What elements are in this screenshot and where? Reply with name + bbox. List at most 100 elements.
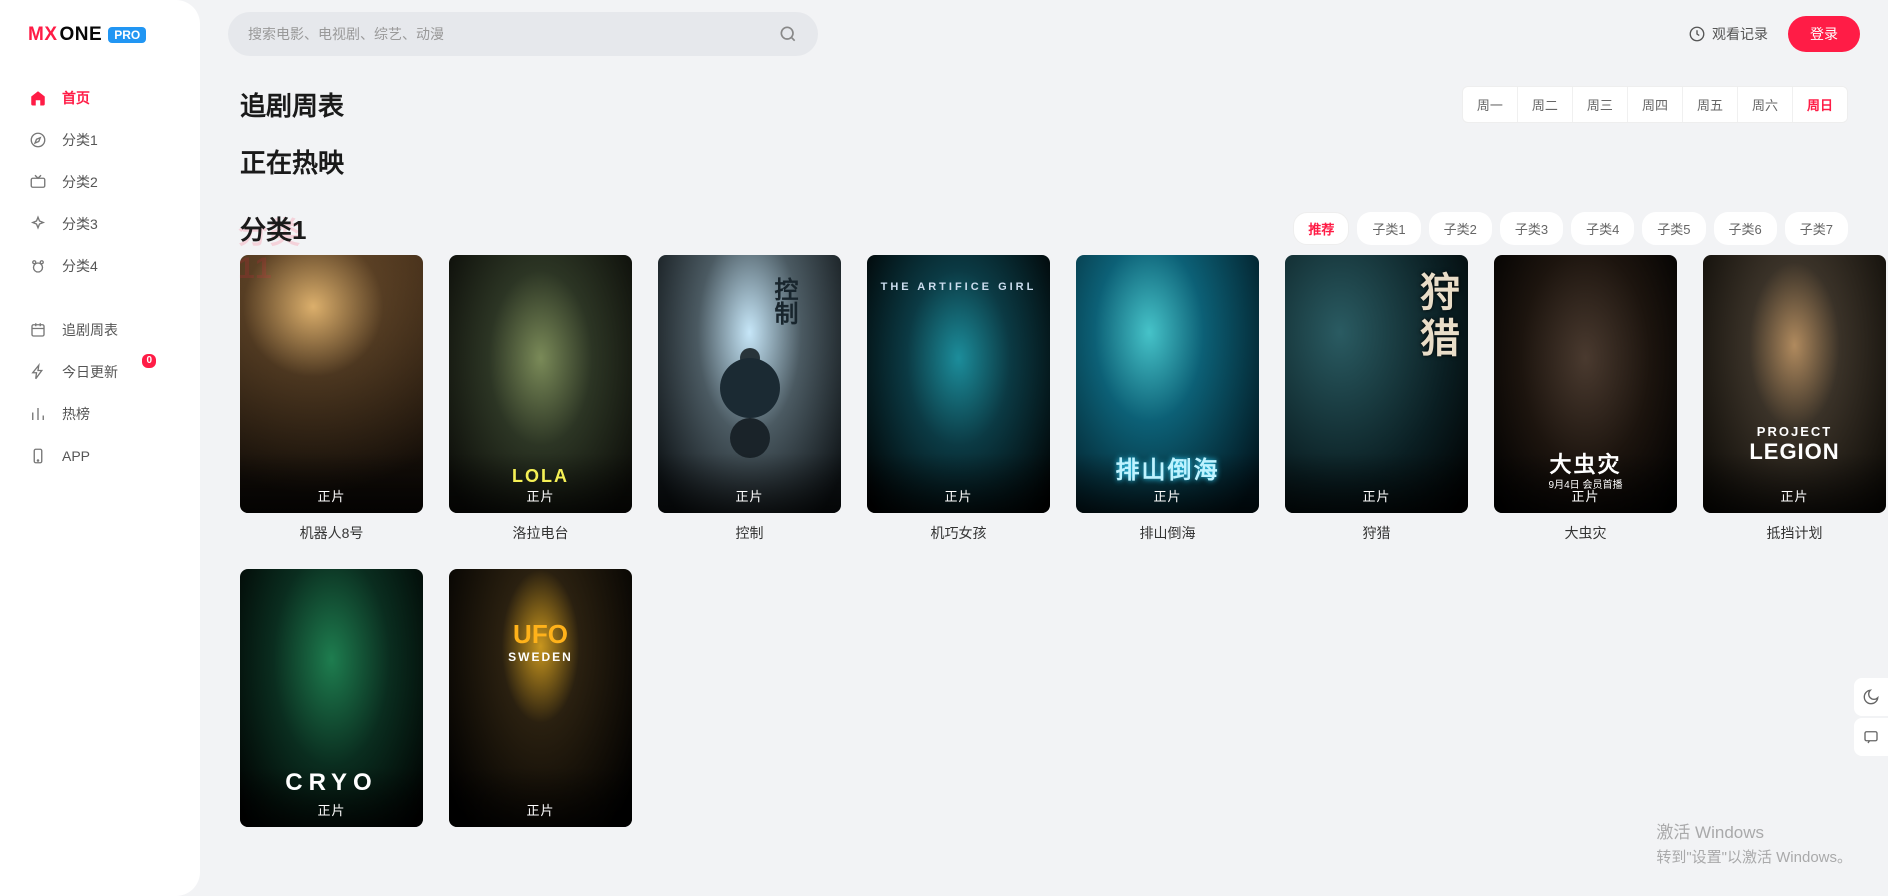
poster-tag: 正片 bbox=[526, 486, 554, 505]
movie-card[interactable]: 大虫灾9月4日 会员首播正片大虫灾 bbox=[1494, 255, 1677, 543]
movie-poster[interactable]: 排山倒海正片 bbox=[1076, 255, 1259, 513]
category-tab[interactable]: 子类5 bbox=[1642, 212, 1705, 245]
movie-poster[interactable]: UFOSWEDEN 正片 bbox=[449, 569, 632, 827]
nav-ranking[interactable]: 热榜 bbox=[14, 394, 186, 434]
search-icon[interactable] bbox=[778, 24, 798, 44]
movie-title: 机器人8号 bbox=[240, 523, 423, 543]
poster-overlay-text: THE ARTIFICE GIRL bbox=[881, 281, 1037, 293]
poster-overlay-text: CRYO bbox=[285, 769, 377, 797]
category-tab[interactable]: 子类1 bbox=[1357, 212, 1420, 245]
nav-cat3[interactable]: 分类3 bbox=[14, 204, 186, 244]
watch-history[interactable]: 观看记录 bbox=[1688, 24, 1768, 44]
week-tab[interactable]: 周二 bbox=[1517, 87, 1572, 122]
sidebar: MXONE PRO 首页 分类1 分类2 分类3 分类4 追剧周表 今日更新 热… bbox=[0, 0, 200, 896]
login-button[interactable]: 登录 bbox=[1788, 16, 1860, 52]
nav-label: 热榜 bbox=[62, 404, 90, 424]
category-tab[interactable]: 子类6 bbox=[1714, 212, 1777, 245]
movie-title: 控制 bbox=[658, 523, 841, 543]
poster-overlay-text: UFOSWEDEN bbox=[508, 619, 573, 664]
nav-divider bbox=[14, 288, 186, 308]
week-tab[interactable]: 周六 bbox=[1737, 87, 1792, 122]
nav-cat4[interactable]: 分类4 bbox=[14, 246, 186, 286]
week-tab[interactable]: 周一 bbox=[1463, 87, 1517, 122]
week-tab[interactable]: 周五 bbox=[1682, 87, 1737, 122]
movie-poster[interactable]: 控制正片 bbox=[658, 255, 841, 513]
nav-label: 分类1 bbox=[62, 130, 98, 150]
movie-card[interactable]: 正片机器人8号 bbox=[240, 255, 423, 543]
nav-cat2[interactable]: 分类2 bbox=[14, 162, 186, 202]
phone-icon bbox=[28, 446, 48, 466]
movie-card[interactable]: CRYO 正片 bbox=[240, 569, 423, 837]
movie-poster[interactable]: 正片 bbox=[240, 255, 423, 513]
poster-tag: 正片 bbox=[317, 800, 345, 819]
poster-tag: 正片 bbox=[1362, 486, 1390, 505]
nav-app[interactable]: APP bbox=[14, 436, 186, 476]
nav-today-update[interactable]: 今日更新 bbox=[14, 352, 186, 392]
search-box[interactable] bbox=[228, 12, 818, 56]
poster-tag: 正片 bbox=[526, 800, 554, 819]
week-tabs: 周一周二周三周四周五周六周日 bbox=[1462, 86, 1848, 123]
category-tab[interactable]: 推荐 bbox=[1293, 212, 1349, 245]
logo-part2: ONE bbox=[60, 24, 103, 45]
chart-icon bbox=[28, 404, 48, 424]
movie-card[interactable]: 排山倒海正片排山倒海 bbox=[1076, 255, 1259, 543]
movie-card[interactable]: THE ARTIFICE GIRL正片机巧女孩 bbox=[867, 255, 1050, 543]
category-tab[interactable]: 子类4 bbox=[1571, 212, 1634, 245]
nav-label: 首页 bbox=[62, 88, 90, 108]
nav-schedule[interactable]: 追剧周表 bbox=[14, 310, 186, 350]
dark-mode-button[interactable] bbox=[1854, 678, 1888, 716]
poster-overlay-text: LOLA bbox=[512, 466, 569, 487]
bear-icon bbox=[28, 256, 48, 276]
movie-card[interactable]: LOLA正片洛拉电台 bbox=[449, 255, 632, 543]
nav-home[interactable]: 首页 bbox=[14, 78, 186, 118]
movie-card[interactable]: PROJECTLEGION正片抵挡计划 bbox=[1703, 255, 1886, 543]
week-tab[interactable]: 周日 bbox=[1792, 87, 1847, 122]
movie-poster[interactable]: LOLA正片 bbox=[449, 255, 632, 513]
movie-grid: 正片机器人8号LOLA正片洛拉电台控制正片控制THE ARTIFICE GIRL… bbox=[240, 255, 1848, 837]
movie-title: 大虫灾 bbox=[1494, 523, 1677, 543]
movie-title: 狩猎 bbox=[1285, 523, 1468, 543]
movie-poster[interactable]: 大虫灾9月4日 会员首播正片 bbox=[1494, 255, 1677, 513]
search-input[interactable] bbox=[248, 26, 778, 42]
feedback-button[interactable] bbox=[1854, 718, 1888, 756]
header: 观看记录 登录 bbox=[200, 0, 1888, 68]
movie-poster[interactable]: THE ARTIFICE GIRL 正片 bbox=[867, 255, 1050, 513]
week-tab[interactable]: 周三 bbox=[1572, 87, 1627, 122]
logo-part1: MX bbox=[28, 24, 58, 45]
category-tabs: 推荐子类1 子类2子类3子类4子类5 子类6子类7 bbox=[1293, 212, 1848, 245]
movie-poster[interactable]: PROJECTLEGION正片 bbox=[1703, 255, 1886, 513]
home-icon bbox=[28, 88, 48, 108]
movie-card[interactable]: 控制正片控制 bbox=[658, 255, 841, 543]
category-tab[interactable]: 子类3 bbox=[1500, 212, 1563, 245]
movie-poster[interactable]: CRYO 正片 bbox=[240, 569, 423, 827]
nav-label: 分类3 bbox=[62, 214, 98, 234]
week-tab[interactable]: 周四 bbox=[1627, 87, 1682, 122]
poster-overlay-text: 排山倒海 bbox=[1116, 450, 1220, 485]
primary-nav: 首页 分类1 分类2 分类3 分类4 追剧周表 今日更新 热榜 APP bbox=[0, 70, 200, 486]
bolt-icon bbox=[28, 362, 48, 382]
logo[interactable]: MXONE PRO bbox=[0, 24, 200, 70]
section-title-cat1: 分类11 分类1 bbox=[240, 210, 306, 247]
main-content: 追剧周表 周一周二周三周四周五周六周日 正在热映 分类11 分类1 推荐子类1子… bbox=[200, 66, 1888, 896]
poster-tag: 正片 bbox=[317, 486, 345, 505]
float-buttons bbox=[1854, 678, 1888, 756]
tv-icon bbox=[28, 172, 48, 192]
sparkle-icon bbox=[28, 214, 48, 234]
calendar-icon bbox=[28, 320, 48, 340]
movie-poster[interactable]: 狩猎正片 bbox=[1285, 255, 1468, 513]
compass-icon bbox=[28, 130, 48, 150]
poster-tag: 正片 bbox=[944, 486, 972, 505]
nav-label: 分类4 bbox=[62, 256, 98, 276]
nav-label: 追剧周表 bbox=[62, 320, 118, 340]
movie-card[interactable]: UFOSWEDEN 正片 bbox=[449, 569, 632, 837]
movie-card[interactable]: 狩猎正片狩猎 bbox=[1285, 255, 1468, 543]
category-tab[interactable]: 子类7 bbox=[1785, 212, 1848, 245]
movie-title: 洛拉电台 bbox=[449, 523, 632, 543]
nav-label: 今日更新 bbox=[62, 362, 118, 382]
nav-cat1[interactable]: 分类1 bbox=[14, 120, 186, 160]
poster-overlay-text: 大虫灾 bbox=[1549, 447, 1621, 479]
logo-badge: PRO bbox=[108, 27, 146, 43]
category-tab[interactable]: 子类2 bbox=[1429, 212, 1492, 245]
poster-tag: 正片 bbox=[1153, 486, 1181, 505]
movie-title: 排山倒海 bbox=[1076, 523, 1259, 543]
